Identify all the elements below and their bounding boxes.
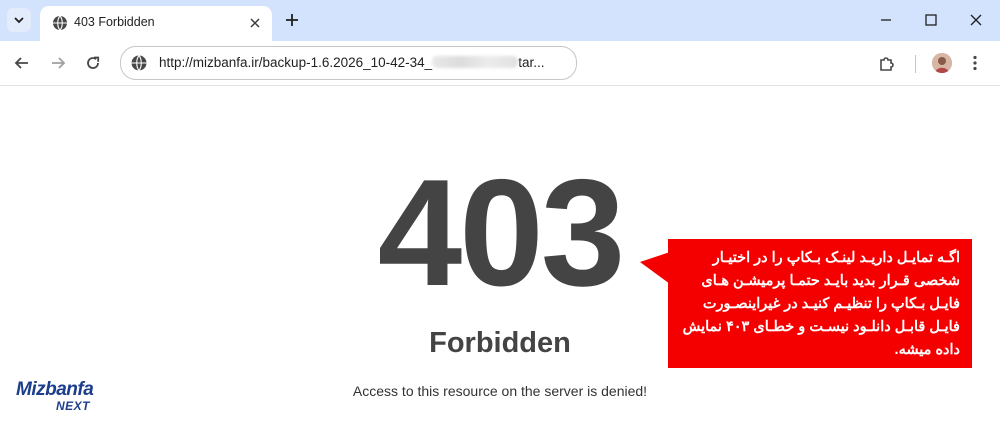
window-close-icon[interactable] [968,12,984,28]
url-suffix: tar... [518,55,545,70]
back-arrow-icon[interactable] [13,54,31,72]
tab-strip: 403 Forbidden [0,0,1000,41]
close-icon[interactable] [248,16,262,30]
user-avatar-icon [932,53,952,73]
browser-toolbar: http://mizbanfa.ir/backup-1.6.2026_10-42… [0,41,1000,86]
tab-title: 403 Forbidden [74,15,155,29]
mizbanfa-next-logo: Mizbanfa NEXT [16,379,95,413]
reload-icon[interactable] [84,54,102,72]
toolbar-divider [915,55,916,73]
callout-pointer [640,252,670,284]
maximize-icon[interactable] [923,12,939,28]
new-tab-plus-icon[interactable] [284,12,300,28]
tab-search-button[interactable] [7,8,31,32]
url-text[interactable]: http://mizbanfa.ir/backup-1.6.2026_10-42… [159,55,544,70]
extensions-puzzle-icon[interactable] [878,54,896,72]
address-bar[interactable]: http://mizbanfa.ir/backup-1.6.2026_10-42… [120,46,577,80]
globe-icon [53,15,67,31]
more-menu-icon[interactable] [966,54,984,72]
annotation-text: اگـه تمایـل داریـد لینـک بـکاپ را در اخت… [682,250,960,358]
minimize-icon[interactable] [878,12,894,28]
url-redacted-segment [432,56,519,68]
tab-active[interactable]: 403 Forbidden [40,6,272,41]
svg-text:Mizbanfa: Mizbanfa [16,379,94,400]
error-message: Access to this resource on the server is… [352,383,648,399]
url-prefix: http://mizbanfa.ir/backup-1.6.2026_10-42… [159,55,433,70]
forward-arrow-icon[interactable] [49,54,67,72]
site-info-globe-icon[interactable] [130,54,148,72]
profile-avatar[interactable] [932,53,952,73]
annotation-callout: اگـه تمایـل داریـد لینـک بـکاپ را در اخت… [668,239,972,368]
chevron-down-icon [14,17,24,24]
svg-text:NEXT: NEXT [56,399,91,413]
